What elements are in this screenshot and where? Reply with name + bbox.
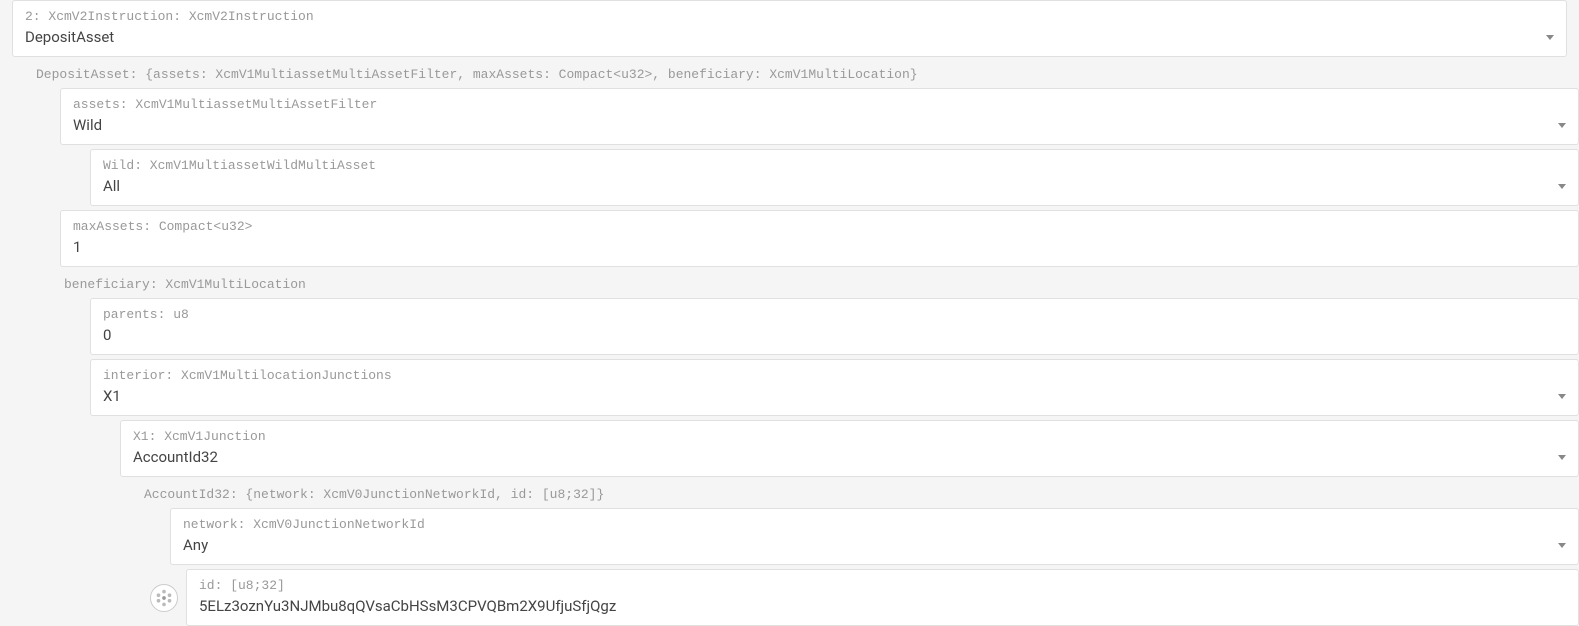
caret-down-icon (1558, 184, 1566, 189)
wild-selector[interactable]: Wild: XcmV1MultiassetWildMultiAsset All (90, 149, 1579, 206)
wild-label: Wild: XcmV1MultiassetWildMultiAsset (103, 158, 1566, 173)
id-label: id: [u8;32] (199, 578, 1566, 593)
instruction-value: DepositAsset (25, 28, 1538, 46)
max-assets-field[interactable]: maxAssets: Compact<u32> (60, 210, 1579, 267)
network-selector[interactable]: network: XcmV0JunctionNetworkId Any (170, 508, 1579, 565)
network-label: network: XcmV0JunctionNetworkId (183, 517, 1566, 532)
caret-down-icon (1558, 123, 1566, 128)
x1-label: X1: XcmV1Junction (133, 429, 1566, 444)
id-field[interactable]: id: [u8;32] (186, 569, 1579, 626)
interior-value: X1 (103, 387, 1550, 405)
wild-value: All (103, 177, 1550, 195)
deposit-asset-header: DepositAsset: {assets: XcmV1MultiassetMu… (24, 61, 1579, 88)
parents-input[interactable] (103, 326, 1566, 344)
max-assets-label: maxAssets: Compact<u32> (73, 219, 1566, 234)
identicon-icon (150, 584, 178, 612)
interior-selector[interactable]: interior: XcmV1MultilocationJunctions X1 (90, 359, 1579, 416)
accountid32-header: AccountId32: {network: XcmV0JunctionNetw… (132, 481, 1579, 508)
parents-field[interactable]: parents: u8 (90, 298, 1579, 355)
assets-label: assets: XcmV1MultiassetMultiAssetFilter (73, 97, 1566, 112)
parents-label: parents: u8 (103, 307, 1566, 322)
network-value: Any (183, 536, 1550, 554)
assets-selector[interactable]: assets: XcmV1MultiassetMultiAssetFilter … (60, 88, 1579, 145)
caret-down-icon (1546, 35, 1554, 40)
caret-down-icon (1558, 455, 1566, 460)
beneficiary-header: beneficiary: XcmV1MultiLocation (52, 271, 1579, 298)
interior-label: interior: XcmV1MultilocationJunctions (103, 368, 1566, 383)
caret-down-icon (1558, 543, 1566, 548)
max-assets-input[interactable] (73, 238, 1566, 256)
x1-selector[interactable]: X1: XcmV1Junction AccountId32 (120, 420, 1579, 477)
instruction-label: 2: XcmV2Instruction: XcmV2Instruction (25, 9, 1554, 24)
id-input[interactable] (199, 597, 1566, 615)
instruction-selector[interactable]: 2: XcmV2Instruction: XcmV2Instruction De… (12, 0, 1567, 57)
caret-down-icon (1558, 394, 1566, 399)
x1-value: AccountId32 (133, 448, 1550, 466)
assets-value: Wild (73, 116, 1550, 134)
